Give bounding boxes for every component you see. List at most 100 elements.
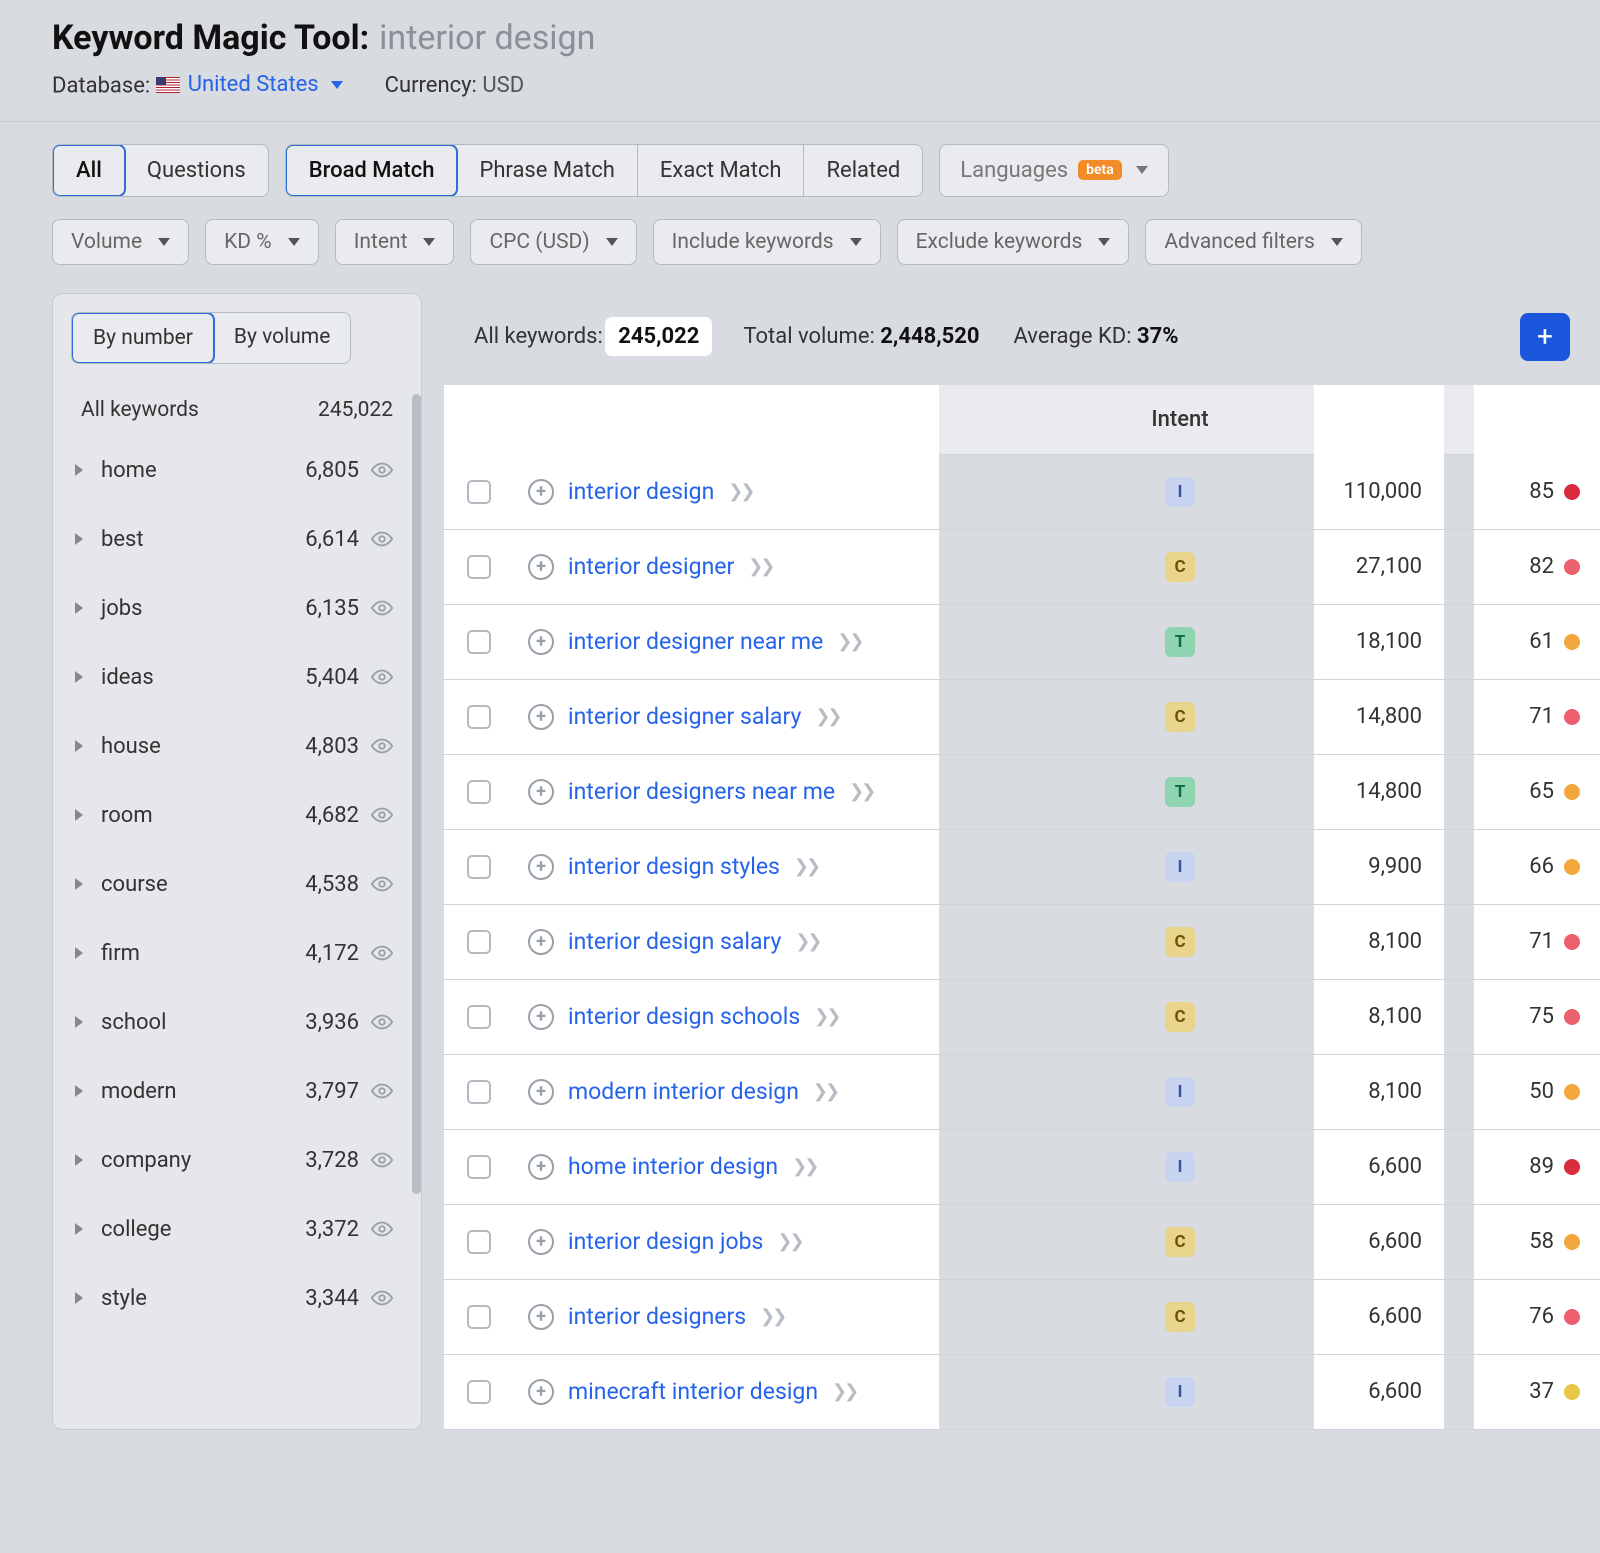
add-keyword-icon[interactable]: + xyxy=(528,1079,554,1105)
languages-pill[interactable]: Languages beta xyxy=(939,144,1168,197)
eye-icon[interactable] xyxy=(371,597,393,619)
sidebar-item-ideas[interactable]: ideas5,404 xyxy=(71,643,403,712)
add-keyword-icon[interactable]: + xyxy=(528,1004,554,1030)
sidebar-item-jobs[interactable]: jobs6,135 xyxy=(71,574,403,643)
keyword-link[interactable]: interior design jobs xyxy=(568,1228,763,1255)
row-checkbox[interactable] xyxy=(467,1155,491,1179)
row-checkbox[interactable] xyxy=(467,1380,491,1404)
sidebar-item-course[interactable]: course4,538 xyxy=(71,850,403,919)
eye-icon[interactable] xyxy=(371,459,393,481)
eye-icon[interactable] xyxy=(371,528,393,550)
row-checkbox[interactable] xyxy=(467,780,491,804)
keyword-link[interactable]: interior design styles xyxy=(568,853,780,880)
filter-cpc-usd-[interactable]: CPC (USD) xyxy=(470,219,636,265)
col-intent[interactable]: Intent xyxy=(1100,385,1260,454)
filter-kd-[interactable]: KD % xyxy=(205,219,319,265)
keyword-link[interactable]: interior designer near me xyxy=(568,628,823,655)
row-checkbox[interactable] xyxy=(467,1005,491,1029)
keyword-link[interactable]: interior designer xyxy=(568,553,734,580)
col-keyword[interactable]: Keyword xyxy=(514,385,1100,454)
sidebar-item-style[interactable]: style3,344 xyxy=(71,1264,403,1333)
filter-exclude-keywords[interactable]: Exclude keywords xyxy=(897,219,1130,265)
row-checkbox[interactable] xyxy=(467,855,491,879)
add-keyword-icon[interactable]: + xyxy=(528,479,554,505)
eye-icon[interactable] xyxy=(371,942,393,964)
add-keyword-icon[interactable]: + xyxy=(528,854,554,880)
row-checkbox[interactable] xyxy=(467,480,491,504)
add-keyword-icon[interactable]: + xyxy=(528,554,554,580)
expand-icon[interactable]: ❯❯ xyxy=(777,1231,801,1252)
eye-icon[interactable] xyxy=(371,1011,393,1033)
expand-icon[interactable]: ❯❯ xyxy=(760,1306,784,1327)
add-keyword-icon[interactable]: + xyxy=(528,1229,554,1255)
scrollbar[interactable] xyxy=(412,394,421,1194)
keyword-link[interactable]: home interior design xyxy=(568,1153,778,1180)
filter-advanced-filters[interactable]: Advanced filters xyxy=(1145,219,1361,265)
expand-icon[interactable]: ❯❯ xyxy=(794,856,818,877)
add-keyword-icon[interactable]: + xyxy=(528,1304,554,1330)
sidebar-item-firm[interactable]: firm4,172 xyxy=(71,919,403,988)
database-selector[interactable]: United States xyxy=(156,72,343,97)
expand-icon[interactable]: ❯❯ xyxy=(728,481,752,502)
expand-icon[interactable]: ❯❯ xyxy=(849,781,873,802)
row-checkbox[interactable] xyxy=(467,930,491,954)
keyword-link[interactable]: modern interior design xyxy=(568,1078,799,1105)
row-checkbox[interactable] xyxy=(467,1230,491,1254)
tab-all[interactable]: All xyxy=(52,144,126,197)
eye-icon[interactable] xyxy=(371,1218,393,1240)
expand-icon[interactable]: ❯❯ xyxy=(795,931,819,952)
sidebar-item-college[interactable]: college3,372 xyxy=(71,1195,403,1264)
add-keyword-icon[interactable]: + xyxy=(528,1379,554,1405)
expand-icon[interactable]: ❯❯ xyxy=(813,1081,837,1102)
keyword-link[interactable]: minecraft interior design xyxy=(568,1378,818,1405)
tab-exact-match[interactable]: Exact Match xyxy=(638,145,805,196)
eye-icon[interactable] xyxy=(371,1149,393,1171)
expand-icon[interactable]: ❯❯ xyxy=(837,631,861,652)
add-keyword-icon[interactable]: + xyxy=(528,779,554,805)
eye-icon[interactable] xyxy=(371,804,393,826)
sidebar-item-house[interactable]: house4,803 xyxy=(71,712,403,781)
add-keyword-icon[interactable]: + xyxy=(528,629,554,655)
expand-icon[interactable]: ❯❯ xyxy=(748,556,772,577)
sort-by-volume[interactable]: By volume xyxy=(214,313,350,363)
eye-icon[interactable] xyxy=(371,1080,393,1102)
sidebar-item-home[interactable]: home6,805 xyxy=(71,436,403,505)
sidebar-item-company[interactable]: company3,728 xyxy=(71,1126,403,1195)
row-checkbox[interactable] xyxy=(467,630,491,654)
add-keyword-icon[interactable]: + xyxy=(528,929,554,955)
tab-phrase-match[interactable]: Phrase Match xyxy=(457,145,637,196)
add-button[interactable]: + xyxy=(1520,313,1570,361)
eye-icon[interactable] xyxy=(371,873,393,895)
row-checkbox[interactable] xyxy=(467,1080,491,1104)
tab-broad-match[interactable]: Broad Match xyxy=(285,144,459,197)
keyword-link[interactable]: interior designer salary xyxy=(568,703,801,730)
eye-icon[interactable] xyxy=(371,1287,393,1309)
add-keyword-icon[interactable]: + xyxy=(528,1154,554,1180)
expand-icon[interactable]: ❯❯ xyxy=(792,1156,816,1177)
col-volume[interactable]: Volu xyxy=(1260,385,1450,454)
col-kd[interactable]: KD % xyxy=(1450,385,1600,454)
expand-icon[interactable]: ❯❯ xyxy=(832,1381,856,1402)
sort-by-number[interactable]: By number xyxy=(71,312,215,364)
keyword-link[interactable]: interior design salary xyxy=(568,928,781,955)
row-checkbox[interactable] xyxy=(467,1305,491,1329)
sidebar-item-room[interactable]: room4,682 xyxy=(71,781,403,850)
keyword-link[interactable]: interior designers near me xyxy=(568,778,835,805)
eye-icon[interactable] xyxy=(371,666,393,688)
row-checkbox[interactable] xyxy=(467,555,491,579)
add-keyword-icon[interactable]: + xyxy=(528,704,554,730)
keyword-link[interactable]: interior design xyxy=(568,478,714,505)
expand-icon[interactable]: ❯❯ xyxy=(814,1006,838,1027)
keyword-link[interactable]: interior designers xyxy=(568,1303,746,1330)
row-checkbox[interactable] xyxy=(467,705,491,729)
tab-questions[interactable]: Questions xyxy=(125,145,268,196)
keyword-link[interactable]: interior design schools xyxy=(568,1003,800,1030)
select-all-checkbox[interactable] xyxy=(467,407,491,431)
expand-icon[interactable]: ❯❯ xyxy=(815,706,839,727)
tab-related[interactable]: Related xyxy=(804,145,922,196)
filter-include-keywords[interactable]: Include keywords xyxy=(653,219,881,265)
sidebar-item-modern[interactable]: modern3,797 xyxy=(71,1057,403,1126)
sidebar-item-school[interactable]: school3,936 xyxy=(71,988,403,1057)
filter-volume[interactable]: Volume xyxy=(52,219,189,265)
eye-icon[interactable] xyxy=(371,735,393,757)
